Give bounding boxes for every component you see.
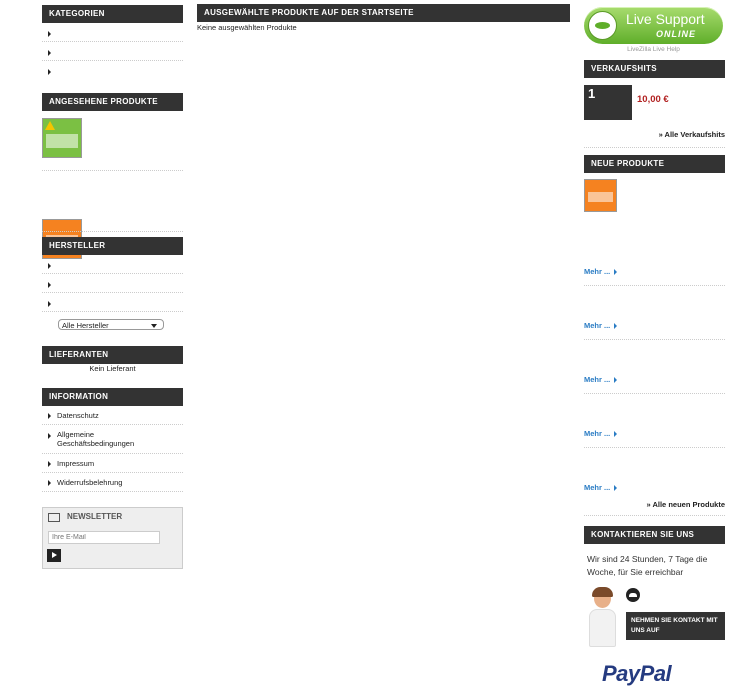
category-item[interactable] (42, 61, 183, 80)
paypal-logo: PayPal (602, 661, 672, 686)
featured-empty-text: Keine ausgewählten Produkte (197, 23, 297, 32)
manufacturer-item[interactable] (42, 293, 183, 312)
suppliers-text: Kein Lieferant (89, 364, 136, 373)
all-bestsellers-link[interactable]: » Alle Verkaufshits (584, 130, 725, 139)
manufacturer-select[interactable]: Alle Hersteller (58, 319, 164, 330)
newsletter-box: NEWSLETTER (42, 507, 183, 569)
featured-header: AUSGEWÄHLTE PRODUKTE AUF DER STARTSEITE (197, 4, 570, 22)
arrow-icon (48, 480, 51, 487)
play-icon (52, 552, 57, 558)
info-link-datenschutz[interactable]: Datenschutz (42, 406, 183, 425)
info-link-widerruf[interactable]: Widerrufsbelehrung (42, 473, 183, 492)
manufacturer-item[interactable] (42, 255, 183, 274)
information-header: INFORMATION (42, 388, 183, 406)
more-link[interactable]: Mehr ... (584, 483, 618, 492)
arrow-icon (48, 30, 51, 37)
suppliers-header: LIEFERANTEN (42, 346, 183, 364)
arrow-icon (48, 49, 51, 56)
categories-header: KATEGORIEN (42, 5, 183, 23)
arrow-icon (614, 377, 618, 384)
info-link-impressum[interactable]: Impressum (42, 454, 183, 473)
live-support-line2: ONLINE (656, 29, 697, 39)
bestseller-rank: 1 (588, 86, 596, 101)
arrow-icon (48, 281, 51, 288)
more-link[interactable]: Mehr ... (584, 267, 618, 276)
bestsellers-header: VERKAUFSHITS (584, 60, 725, 78)
contact-header: KONTAKTIEREN SIE UNS (584, 526, 725, 544)
newsletter-email-input[interactable] (48, 531, 160, 544)
product-thumbnail-wordpress[interactable] (42, 118, 82, 158)
newsletter-submit-button[interactable] (47, 549, 61, 562)
arrow-icon (48, 461, 51, 468)
all-new-products-link[interactable]: » Alle neuen Produkte (584, 500, 726, 509)
live-support-button[interactable]: Live Support ONLINE (584, 7, 723, 44)
more-link[interactable]: Mehr ... (584, 429, 618, 438)
chat-icon (588, 11, 617, 40)
category-item[interactable] (42, 23, 183, 42)
live-support-caption: LiveZilla Live Help (627, 46, 680, 53)
live-support-line1: Live Support (626, 11, 705, 27)
support-agent-image (586, 587, 620, 649)
manufacturer-item[interactable] (42, 274, 183, 293)
arrow-icon (48, 413, 51, 420)
category-item[interactable] (42, 42, 183, 61)
manufacturers-header: HERSTELLER (42, 237, 183, 255)
newsletter-title: NEWSLETTER (67, 512, 123, 521)
bestseller-rank-box: 1 (584, 85, 632, 120)
bestseller-thumbnail[interactable] (584, 179, 617, 212)
new-products-header: NEUE PRODUKTE (584, 155, 725, 173)
viewed-products-header: ANGESEHENE PRODUKTE (42, 93, 183, 111)
contact-button[interactable]: NEHMEN SIE KONTAKT MIT UNS AUF (626, 612, 725, 640)
manufacturers-list (42, 255, 183, 312)
arrow-icon (48, 433, 51, 439)
arrow-icon (614, 431, 618, 438)
arrow-icon (614, 485, 618, 492)
bestseller-price: 10,00 € (637, 94, 669, 105)
arrow-icon (614, 269, 618, 276)
more-link[interactable]: Mehr ... (584, 321, 618, 330)
mail-icon (48, 513, 60, 522)
arrow-icon (48, 300, 51, 307)
info-link-agb[interactable]: Allgemeine Geschäftsbedingungen (42, 425, 183, 454)
warning-icon (45, 121, 55, 130)
information-list: Datenschutz Allgemeine Geschäftsbedingun… (42, 406, 183, 492)
arrow-icon (48, 68, 51, 75)
categories-list (42, 23, 183, 80)
arrow-icon (614, 323, 618, 330)
arrow-icon (48, 262, 51, 269)
contact-text: Wir sind 24 Stunden, 7 Tage die Woche, f… (587, 554, 708, 577)
phone-icon (626, 588, 640, 602)
chevron-down-icon (151, 324, 157, 328)
more-link[interactable]: Mehr ... (584, 375, 618, 384)
